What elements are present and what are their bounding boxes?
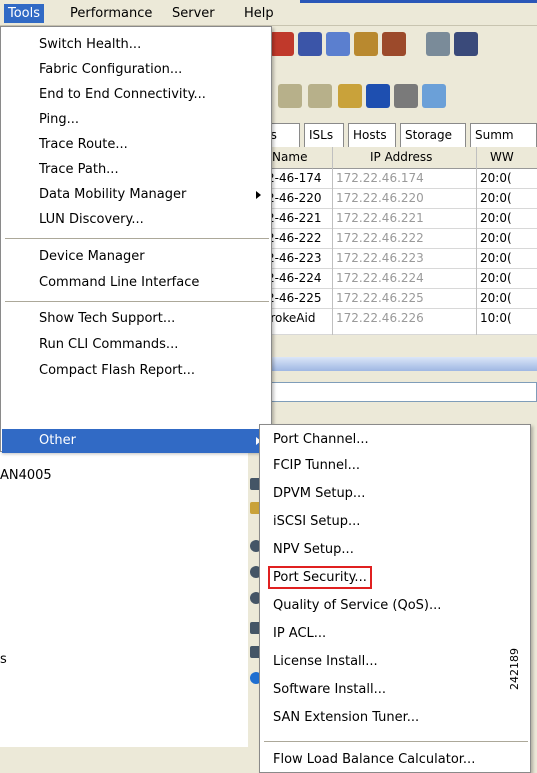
table-row[interactable]: .72-22-46-174 172.22.46.174 20:0( bbox=[236, 169, 537, 189]
submenu-item-software-install[interactable]: Software Install... bbox=[261, 677, 530, 703]
menu-separator bbox=[5, 238, 269, 239]
table-row[interactable]: ninnBrokeAid 172.22.46.226 10:0( bbox=[236, 309, 537, 335]
submenu-item-flow-load-balance-calculator[interactable]: Flow Load Balance Calculator... bbox=[261, 747, 530, 773]
menu-item-data-mobility-manager[interactable]: Data Mobility Manager bbox=[2, 183, 271, 207]
menu-item-compact-flash-report[interactable]: Compact Flash Report... bbox=[2, 359, 271, 383]
menu-item-other[interactable]: Other bbox=[2, 429, 271, 453]
submenu-item-ip-acl[interactable]: IP ACL... bbox=[261, 621, 530, 647]
menu-help[interactable]: Help bbox=[240, 4, 278, 23]
menu-tools[interactable]: Tools bbox=[4, 4, 45, 23]
table-row[interactable]: .72-22-46-225 172.22.46.225 20:0( bbox=[236, 289, 537, 309]
menu-separator bbox=[264, 741, 528, 742]
toolbar-icon[interactable] bbox=[426, 32, 450, 56]
cell-ip: 172.22.46.224 bbox=[336, 271, 424, 285]
toolbar-top bbox=[236, 26, 537, 62]
cell-ip: 172.22.46.226 bbox=[336, 311, 424, 325]
submenu-item-dpvm-setup[interactable]: DPVM Setup... bbox=[261, 481, 530, 507]
cell-ip: 172.22.46.222 bbox=[336, 231, 424, 245]
tab-isls[interactable]: ISLs bbox=[304, 123, 344, 147]
edit-icon[interactable] bbox=[422, 84, 446, 108]
toolbar-icon[interactable] bbox=[454, 32, 478, 56]
toolbar-icon[interactable] bbox=[298, 32, 322, 56]
port-security-callout: Port Security... bbox=[268, 566, 372, 589]
table-row[interactable]: .72-22-46-223 172.22.46.223 20:0( bbox=[236, 249, 537, 269]
column-header-ip[interactable]: IP Address bbox=[370, 150, 432, 164]
cell-ip: 172.22.46.220 bbox=[336, 191, 424, 205]
switch-table: gical Name IP Address WW .72-22-46-174 1… bbox=[236, 147, 537, 335]
menu-separator bbox=[5, 301, 269, 302]
filter-input[interactable] bbox=[266, 382, 537, 402]
menu-item-lun-discovery[interactable]: LUN Discovery... bbox=[2, 208, 271, 232]
menu-item-show-tech-support[interactable]: Show Tech Support... bbox=[2, 307, 271, 331]
other-submenu: Port Channel... FCIP Tunnel... DPVM Setu… bbox=[259, 424, 531, 773]
table-row[interactable]: .72-22-46-220 172.22.46.220 20:0( bbox=[236, 189, 537, 209]
cell-wwn: 20:0( bbox=[480, 211, 512, 225]
submenu-item-san-extension-tuner[interactable]: SAN Extension Tuner... bbox=[261, 705, 530, 731]
table-row[interactable]: .72-22-46-224 172.22.46.224 20:0( bbox=[236, 269, 537, 289]
tree-pane: AN4005 s bbox=[0, 426, 248, 747]
tab-storage[interactable]: Storage bbox=[400, 123, 466, 147]
tools-menu: Switch Health... Fabric Configuration...… bbox=[0, 26, 272, 453]
tree-item[interactable]: AN4005 bbox=[0, 468, 52, 483]
tab-hosts[interactable]: Hosts bbox=[348, 123, 396, 147]
toolbar-icon[interactable] bbox=[270, 32, 294, 56]
column-divider bbox=[332, 147, 333, 335]
column-header-wwn[interactable]: WW bbox=[490, 150, 514, 164]
column-divider bbox=[476, 147, 477, 335]
menu-item-end-to-end-connectivity[interactable]: End to End Connectivity... bbox=[2, 83, 271, 107]
menu-item-command-line-interface[interactable]: Command Line Interface bbox=[2, 271, 271, 295]
submenu-item-iscsi-setup[interactable]: iSCSI Setup... bbox=[261, 509, 530, 535]
menu-item-label: Data Mobility Manager bbox=[39, 187, 187, 202]
tab-summary[interactable]: Summ bbox=[470, 123, 537, 147]
cell-ip: 172.22.46.221 bbox=[336, 211, 424, 225]
tab-strip: itches ISLs Hosts Storage Summ bbox=[236, 123, 537, 147]
tree-item[interactable]: s bbox=[0, 652, 7, 667]
menu-item-trace-route[interactable]: Trace Route... bbox=[2, 133, 271, 157]
menu-item-run-cli-commands[interactable]: Run CLI Commands... bbox=[2, 333, 271, 357]
menu-item-switch-health[interactable]: Switch Health... bbox=[2, 33, 271, 57]
cell-ip: 172.22.46.174 bbox=[336, 171, 424, 185]
title-bar-edge bbox=[300, 0, 537, 3]
save-icon[interactable] bbox=[366, 84, 390, 108]
submenu-item-npv-setup[interactable]: NPV Setup... bbox=[261, 537, 530, 563]
menu-bar: Tools Performance Server Help bbox=[0, 0, 537, 26]
cell-wwn: 20:0( bbox=[480, 251, 512, 265]
figure-number: 242189 bbox=[508, 648, 521, 690]
submenu-item-port-security[interactable]: Port Security... bbox=[261, 565, 530, 591]
menu-item-fabric-configuration[interactable]: Fabric Configuration... bbox=[2, 58, 271, 82]
menu-server[interactable]: Server bbox=[168, 4, 219, 23]
menu-item-trace-path[interactable]: Trace Path... bbox=[2, 158, 271, 182]
cell-wwn: 10:0( bbox=[480, 311, 512, 325]
cell-ip: 172.22.46.223 bbox=[336, 251, 424, 265]
undo-icon[interactable] bbox=[338, 84, 362, 108]
submenu-item-qos[interactable]: Quality of Service (QoS)... bbox=[261, 593, 530, 619]
toolbar-icon[interactable] bbox=[382, 32, 406, 56]
filter-bar bbox=[236, 378, 537, 404]
toolbar-second bbox=[236, 78, 537, 114]
menu-item-ping[interactable]: Ping... bbox=[2, 108, 271, 132]
toolbar-icon[interactable] bbox=[326, 32, 350, 56]
print-icon[interactable] bbox=[394, 84, 418, 108]
toolbar-icon[interactable] bbox=[308, 84, 332, 108]
cell-wwn: 20:0( bbox=[480, 191, 512, 205]
table-header: gical Name IP Address WW bbox=[236, 147, 537, 169]
menu-performance[interactable]: Performance bbox=[66, 4, 156, 23]
menu-item-device-manager[interactable]: Device Manager bbox=[2, 245, 271, 269]
submenu-item-license-install[interactable]: License Install... bbox=[261, 649, 530, 675]
submenu-item-fcip-tunnel[interactable]: FCIP Tunnel... bbox=[261, 453, 530, 479]
cell-wwn: 20:0( bbox=[480, 271, 512, 285]
cell-wwn: 20:0( bbox=[480, 231, 512, 245]
cell-wwn: 20:0( bbox=[480, 171, 512, 185]
submenu-item-port-channel[interactable]: Port Channel... bbox=[261, 427, 530, 453]
submenu-arrow-icon bbox=[256, 191, 261, 199]
table-row[interactable]: .72-22-46-221 172.22.46.221 20:0( bbox=[236, 209, 537, 229]
cell-wwn: 20:0( bbox=[480, 291, 512, 305]
scrollbar[interactable] bbox=[236, 357, 537, 371]
toolbar-icon[interactable] bbox=[278, 84, 302, 108]
table-row[interactable]: .72-22-46-222 172.22.46.222 20:0( bbox=[236, 229, 537, 249]
menu-item-label: Other bbox=[39, 433, 76, 448]
toolbar-icon[interactable] bbox=[354, 32, 378, 56]
cell-ip: 172.22.46.225 bbox=[336, 291, 424, 305]
